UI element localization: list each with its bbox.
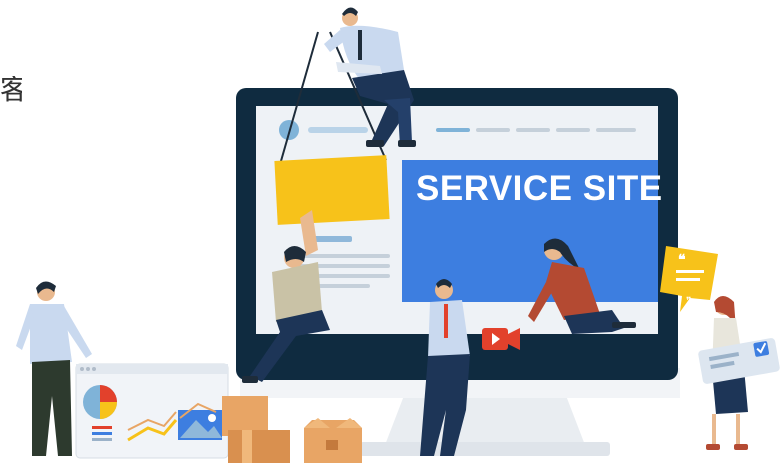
svg-text:❞: ❞ [686, 296, 691, 307]
pie-chart-icon [83, 385, 117, 419]
nav-line [556, 128, 590, 132]
dashboard-card [75, 363, 229, 459]
checkbox-card [698, 338, 780, 384]
banner-title: SERVICE SITE [416, 169, 663, 208]
nav-line [436, 128, 470, 132]
svg-text:❝: ❝ [678, 253, 686, 268]
nav-line [476, 128, 510, 132]
service-site-illustration: SERVICE SITE ❝ ❞ [16, 7, 780, 463]
nav-line [516, 128, 550, 132]
cardboard-boxes [222, 396, 362, 463]
nav-line [596, 128, 636, 132]
checkbox-icon [753, 341, 770, 357]
video-camera-icon [482, 328, 520, 350]
worker-woman-right [698, 296, 780, 450]
